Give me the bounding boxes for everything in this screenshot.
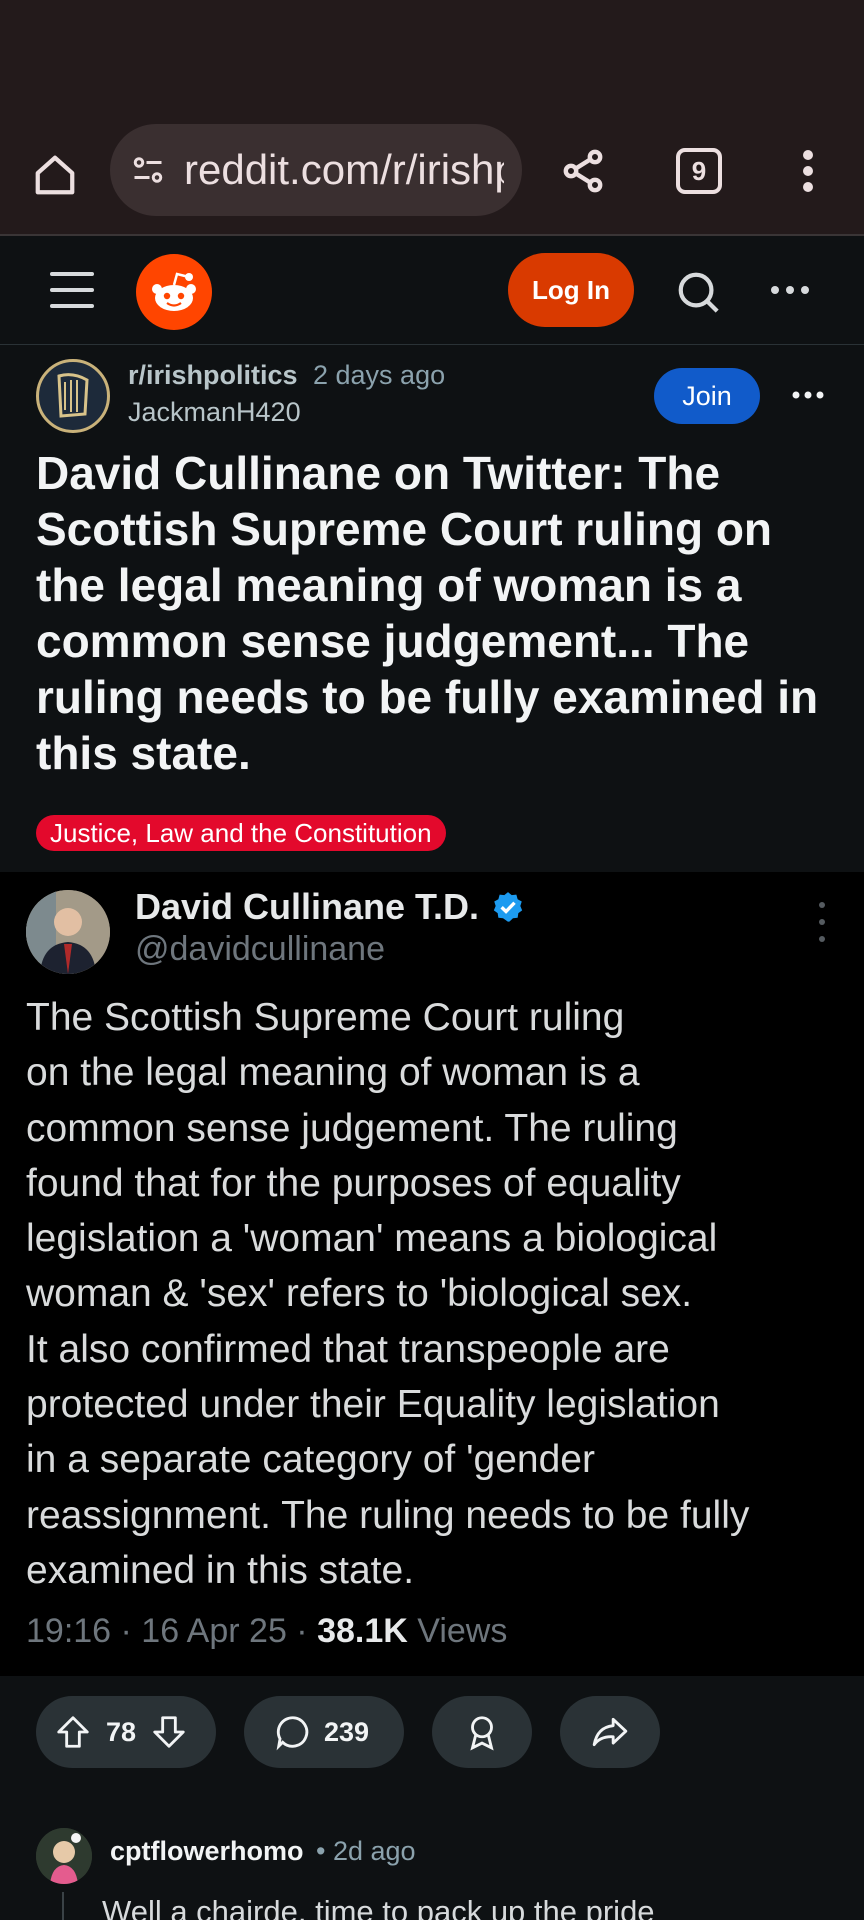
reddit-logo[interactable] bbox=[136, 254, 212, 330]
post-title: David Cullinane on Twitter: The Scottish… bbox=[36, 447, 819, 779]
site-settings-icon[interactable] bbox=[128, 150, 168, 190]
tweet-handle: @davidcullinane bbox=[135, 930, 386, 968]
vote-control: 78 bbox=[36, 1696, 216, 1768]
search-icon[interactable] bbox=[672, 266, 724, 318]
award-icon bbox=[463, 1713, 501, 1751]
thread-line[interactable] bbox=[62, 1892, 64, 1920]
tweet-text: The Scottish Supreme Court ruling on the… bbox=[26, 996, 750, 1592]
tweet-image[interactable]: David Cullinane T.D. @davidcullinane The… bbox=[0, 872, 864, 1676]
tab-switcher-button[interactable]: 9 bbox=[676, 148, 722, 194]
reddit-header: Log In bbox=[0, 238, 864, 345]
tweet-views-count: 38.1K bbox=[317, 1612, 408, 1650]
comment-text: Well a chairde, time to pack up the prid… bbox=[102, 1894, 655, 1920]
comment-icon bbox=[274, 1713, 312, 1751]
comment-count: 239 bbox=[324, 1716, 370, 1747]
more-options-icon[interactable] bbox=[764, 268, 816, 312]
tweet-footer: 19:16 · 16 Apr 25 · 38.1K Views bbox=[26, 1612, 507, 1651]
address-bar[interactable]: reddit.com/r/irishpolitics bbox=[110, 124, 522, 216]
tweet-avatar bbox=[26, 890, 110, 974]
award-button[interactable] bbox=[432, 1696, 532, 1768]
commenter-avatar[interactable] bbox=[36, 1828, 92, 1884]
post-time: 2 days ago bbox=[313, 360, 446, 390]
verified-badge-icon bbox=[491, 890, 525, 924]
post-actions: 78 239 bbox=[0, 1676, 864, 1788]
browser-menu-icon[interactable] bbox=[790, 144, 826, 198]
post-author[interactable]: JackmanH420 bbox=[128, 397, 301, 428]
status-bar bbox=[0, 0, 864, 120]
comment-time: • 2d ago bbox=[316, 1836, 416, 1866]
login-button[interactable]: Log In bbox=[508, 253, 634, 327]
share-post-button[interactable] bbox=[560, 1696, 660, 1768]
tweet-options-icon bbox=[810, 902, 834, 942]
post-header: r/irishpolitics 2 days ago JackmanH420 J… bbox=[0, 345, 864, 872]
subreddit-name[interactable]: r/irishpolitics bbox=[128, 360, 298, 391]
join-button[interactable]: Join bbox=[654, 368, 760, 424]
subreddit-avatar[interactable] bbox=[36, 359, 110, 433]
upvote-icon[interactable] bbox=[54, 1713, 92, 1751]
share-arrow-icon bbox=[591, 1713, 629, 1751]
tweet-timestamp: 19:16 · 16 Apr 25 · bbox=[26, 1612, 318, 1650]
post-flair[interactable]: Justice, Law and the Constitution bbox=[36, 815, 446, 851]
menu-icon[interactable] bbox=[50, 272, 94, 308]
url-text: reddit.com/r/irishpolitics bbox=[184, 146, 504, 193]
vote-count: 78 bbox=[106, 1716, 137, 1747]
tweet-author-name: David Cullinane T.D. bbox=[135, 886, 525, 928]
downvote-icon[interactable] bbox=[150, 1713, 188, 1751]
commenter-username[interactable]: cptflowerhomo bbox=[110, 1836, 304, 1867]
home-icon[interactable] bbox=[28, 148, 82, 202]
comments-button[interactable]: 239 bbox=[244, 1696, 404, 1768]
comment: cptflowerhomo • 2d ago Well a chairde, t… bbox=[0, 1788, 864, 1920]
share-icon[interactable] bbox=[556, 144, 610, 198]
browser-toolbar: reddit.com/r/irishpolitics 9 bbox=[0, 120, 864, 236]
post-options-icon[interactable] bbox=[790, 377, 826, 413]
tweet-views-label: Views bbox=[407, 1612, 508, 1650]
